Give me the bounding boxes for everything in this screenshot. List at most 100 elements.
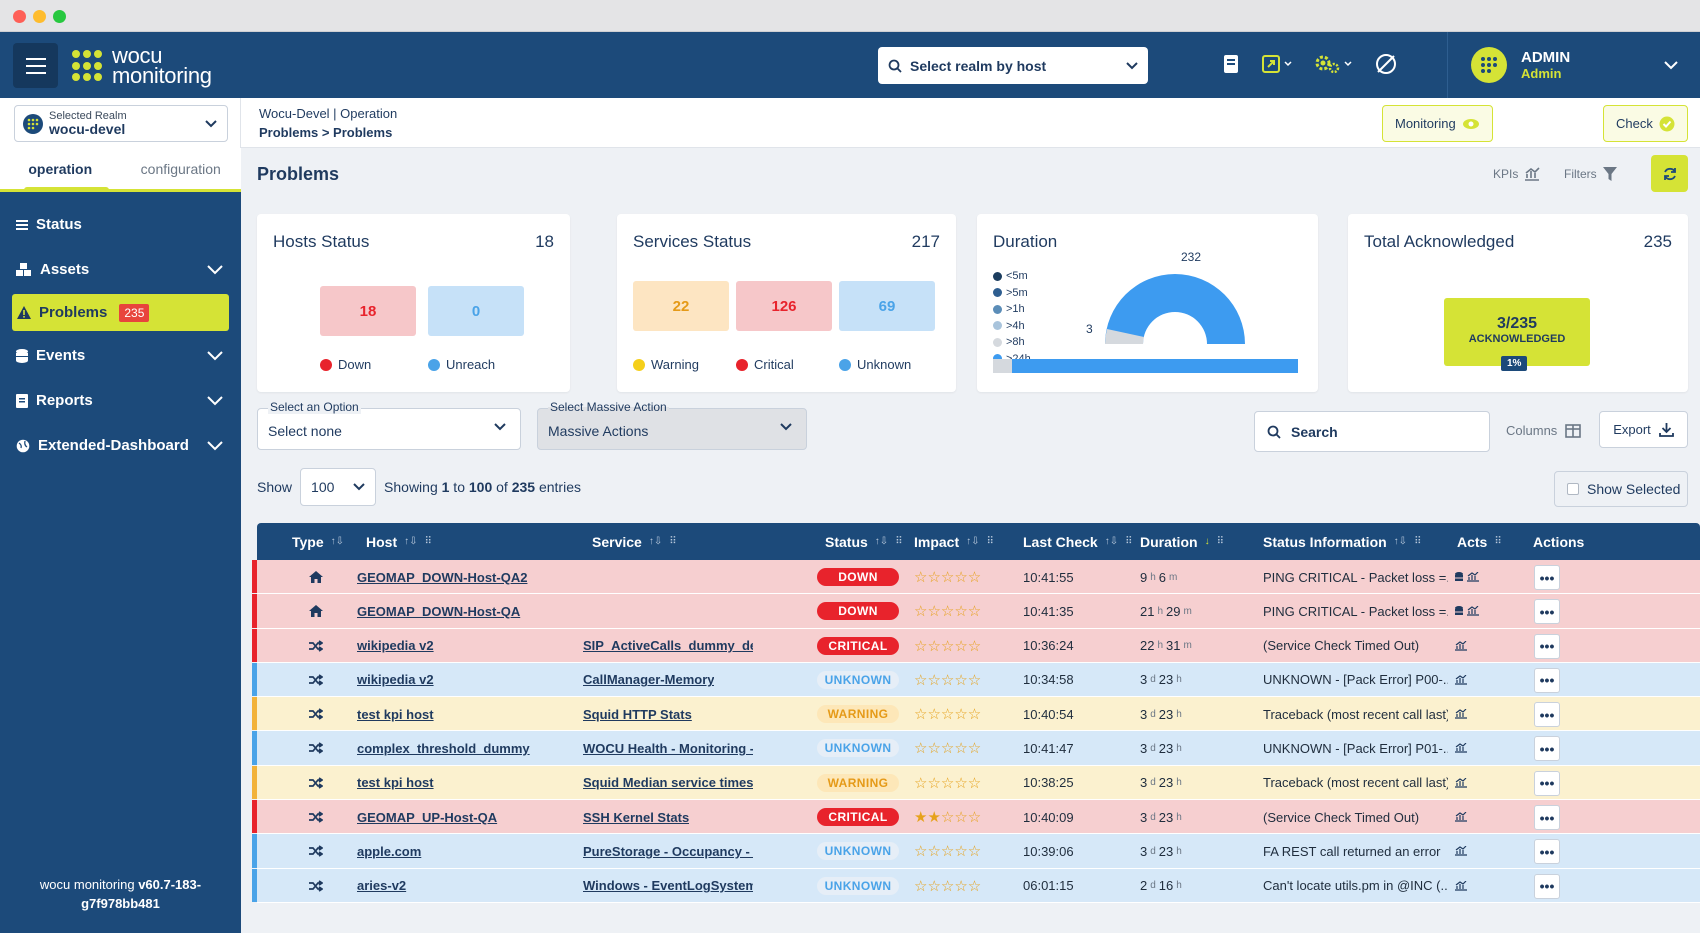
menu-toggle-button[interactable] bbox=[13, 43, 58, 88]
tab-configuration[interactable]: configuration bbox=[121, 148, 242, 189]
check-button[interactable]: Check bbox=[1603, 105, 1688, 142]
user-menu[interactable]: ADMIN Admin bbox=[1447, 32, 1700, 98]
tab-operation[interactable]: operation bbox=[0, 148, 121, 192]
host-link[interactable]: test kpi host bbox=[357, 697, 434, 731]
service-link[interactable]: PureStorage - Occupancy - Vo bbox=[583, 834, 753, 868]
row-actions-button[interactable]: ••• bbox=[1534, 565, 1560, 590]
row-actions-button[interactable]: ••• bbox=[1534, 873, 1560, 899]
service-link[interactable]: CallManager-Memory bbox=[583, 663, 714, 697]
col-status[interactable]: Status ↑⇩ ⠿ bbox=[825, 523, 903, 560]
table-row[interactable]: apple.com PureStorage - Occupancy - Vo UNK… bbox=[252, 834, 1700, 869]
table-row[interactable]: wikipedia v2 CallManager-Memory UNKNOWN ☆☆☆… bbox=[252, 662, 1700, 698]
services-warning-tile[interactable]: 22 bbox=[633, 281, 729, 331]
table-row[interactable]: test kpi host Squid Median service times W… bbox=[252, 765, 1700, 801]
sidebar-item-problems[interactable]: Problems 235 bbox=[12, 294, 229, 331]
host-link[interactable]: complex_threshold_dummy bbox=[357, 731, 530, 765]
export-button[interactable]: Export bbox=[1599, 411, 1688, 448]
table-row[interactable]: GEOMAP_DOWN-Host-QA2 DOWN ☆☆☆☆☆ 10:41:55 9 h 6… bbox=[252, 560, 1700, 595]
external-links-button[interactable] bbox=[1262, 55, 1292, 73]
row-actions-button[interactable]: ••• bbox=[1534, 667, 1560, 693]
acts-icons[interactable] bbox=[1455, 731, 1467, 765]
acts-icons[interactable] bbox=[1455, 697, 1467, 731]
host-link[interactable]: GEOMAP_DOWN-Host-QA2 bbox=[357, 560, 527, 594]
col-duration[interactable]: Duration ↓ ⠿ bbox=[1140, 523, 1224, 560]
acts-icons[interactable] bbox=[1455, 766, 1467, 800]
monitoring-button[interactable]: Monitoring bbox=[1382, 105, 1493, 142]
col-service[interactable]: Service ↑⇩ ⠿ bbox=[592, 523, 677, 560]
legend-unreach: Unreach bbox=[428, 357, 495, 372]
table-row[interactable]: wikipedia v2 SIP_ActiveCalls_dummy_dev CRI… bbox=[252, 628, 1700, 663]
host-link[interactable]: apple.com bbox=[357, 834, 421, 868]
massive-action-select[interactable]: Select Massive Action Massive Actions bbox=[537, 400, 807, 450]
col-last-check[interactable]: Last Check ↑⇩ ⠿ bbox=[1023, 523, 1132, 560]
sidebar-item-status[interactable]: Status bbox=[0, 202, 241, 247]
row-actions-button[interactable]: ••• bbox=[1534, 839, 1560, 865]
host-link[interactable]: GEOMAP_DOWN-Host-QA bbox=[357, 594, 520, 628]
list-icon bbox=[16, 219, 28, 230]
service-link[interactable]: SIP_ActiveCalls_dummy_dev bbox=[583, 629, 753, 663]
acts-icons[interactable] bbox=[1455, 800, 1467, 834]
row-actions-button[interactable]: ••• bbox=[1534, 770, 1560, 796]
acts-icons[interactable] bbox=[1455, 869, 1467, 903]
maximize-window-button[interactable] bbox=[53, 10, 66, 23]
hosts-down-tile[interactable]: 18 bbox=[320, 286, 416, 336]
sidebar-item-extended-dashboard[interactable]: Extended-Dashboard bbox=[0, 423, 241, 468]
page-size-select[interactable]: 100 bbox=[300, 468, 377, 506]
service-link[interactable]: SSH Kernel Stats bbox=[583, 800, 689, 834]
sidebar-item-events[interactable]: Events bbox=[0, 333, 241, 378]
settings-button[interactable] bbox=[1314, 54, 1352, 74]
row-actions-button[interactable]: ••• bbox=[1534, 805, 1560, 831]
kpis-button[interactable]: KPIs bbox=[1493, 167, 1540, 181]
mute-notifications-button[interactable] bbox=[1374, 52, 1398, 76]
host-link[interactable]: GEOMAP_UP-Host-QA bbox=[357, 800, 497, 834]
table-header: Type ↑⇩ Host ↑⇩ ⠿ Service ↑⇩ ⠿ Status ↑⇩ ⠿ Impa… bbox=[257, 523, 1700, 560]
host-link[interactable]: wikipedia v2 bbox=[357, 663, 434, 697]
docs-button[interactable] bbox=[1222, 54, 1240, 74]
table-row[interactable]: complex_threshold_dummy WOCU Health - Mon… bbox=[252, 731, 1700, 766]
host-link[interactable]: aries-v2 bbox=[357, 869, 406, 903]
col-impact[interactable]: Impact ↑⇩ ⠿ bbox=[914, 523, 994, 560]
option-select[interactable]: Select an Option Select none bbox=[257, 400, 521, 450]
acknowledged-tile[interactable]: 3/235 ACKNOWLEDGED 1% bbox=[1444, 298, 1590, 371]
table-row[interactable]: test kpi host Squid HTTP Stats WARNING ☆☆☆☆… bbox=[252, 697, 1700, 732]
acts-icons[interactable] bbox=[1455, 560, 1479, 594]
minimize-window-button[interactable] bbox=[33, 10, 46, 23]
col-host[interactable]: Host ↑⇩ ⠿ bbox=[366, 523, 432, 560]
show-selected-toggle[interactable]: Show Selected bbox=[1554, 471, 1688, 507]
hosts-unreach-tile[interactable]: 0 bbox=[428, 286, 524, 336]
service-link[interactable]: WOCU Health - Monitoring - c bbox=[583, 731, 753, 765]
realm-host-select[interactable]: Select realm by host bbox=[878, 47, 1148, 84]
sidebar-item-reports[interactable]: Reports bbox=[0, 378, 241, 423]
col-status-information[interactable]: Status Information ↑⇩ ⠿ bbox=[1263, 523, 1421, 560]
row-actions-button[interactable]: ••• bbox=[1534, 736, 1560, 762]
service-link[interactable]: Squid Median service times bbox=[583, 766, 753, 800]
realm-selector[interactable]: Selected Realm wocu-devel bbox=[14, 105, 228, 142]
table-row[interactable]: aries-v2 Windows - EventLogSystem UNKNOWN ☆… bbox=[252, 868, 1700, 903]
service-link[interactable]: Windows - EventLogSystem bbox=[583, 869, 753, 903]
refresh-button[interactable] bbox=[1651, 155, 1688, 192]
row-actions-button[interactable]: ••• bbox=[1534, 633, 1560, 659]
col-type[interactable]: Type ↑⇩ bbox=[292, 523, 344, 560]
filters-button[interactable]: Filters bbox=[1564, 167, 1617, 181]
search-input[interactable]: Search bbox=[1254, 411, 1490, 452]
sidebar-item-assets[interactable]: Assets bbox=[0, 247, 241, 292]
service-link[interactable]: Squid HTTP Stats bbox=[583, 697, 692, 731]
show-selected-checkbox[interactable] bbox=[1567, 483, 1579, 495]
close-window-button[interactable] bbox=[13, 10, 26, 23]
impact-stars: ☆☆☆☆☆ bbox=[914, 671, 982, 689]
acts-icons[interactable] bbox=[1455, 663, 1467, 697]
host-link[interactable]: test kpi host bbox=[357, 766, 434, 800]
acts-icons[interactable] bbox=[1455, 594, 1479, 628]
no-signal-icon bbox=[1376, 54, 1396, 74]
acts-icons[interactable] bbox=[1455, 629, 1467, 663]
row-actions-button[interactable]: ••• bbox=[1534, 599, 1560, 625]
columns-button[interactable]: Columns bbox=[1506, 423, 1582, 438]
acts-icons[interactable] bbox=[1455, 834, 1467, 868]
table-row[interactable]: GEOMAP_DOWN-Host-QA DOWN ☆☆☆☆☆ 10:41:35 21 h 2… bbox=[252, 594, 1700, 629]
services-unknown-tile[interactable]: 69 bbox=[839, 281, 935, 331]
host-link[interactable]: wikipedia v2 bbox=[357, 629, 434, 663]
services-critical-tile[interactable]: 126 bbox=[736, 281, 832, 331]
table-row[interactable]: GEOMAP_UP-Host-QA SSH Kernel Stats CRITICA… bbox=[252, 800, 1700, 835]
row-actions-button[interactable]: ••• bbox=[1534, 702, 1560, 728]
col-acts[interactable]: Acts ⠿ bbox=[1457, 523, 1502, 560]
